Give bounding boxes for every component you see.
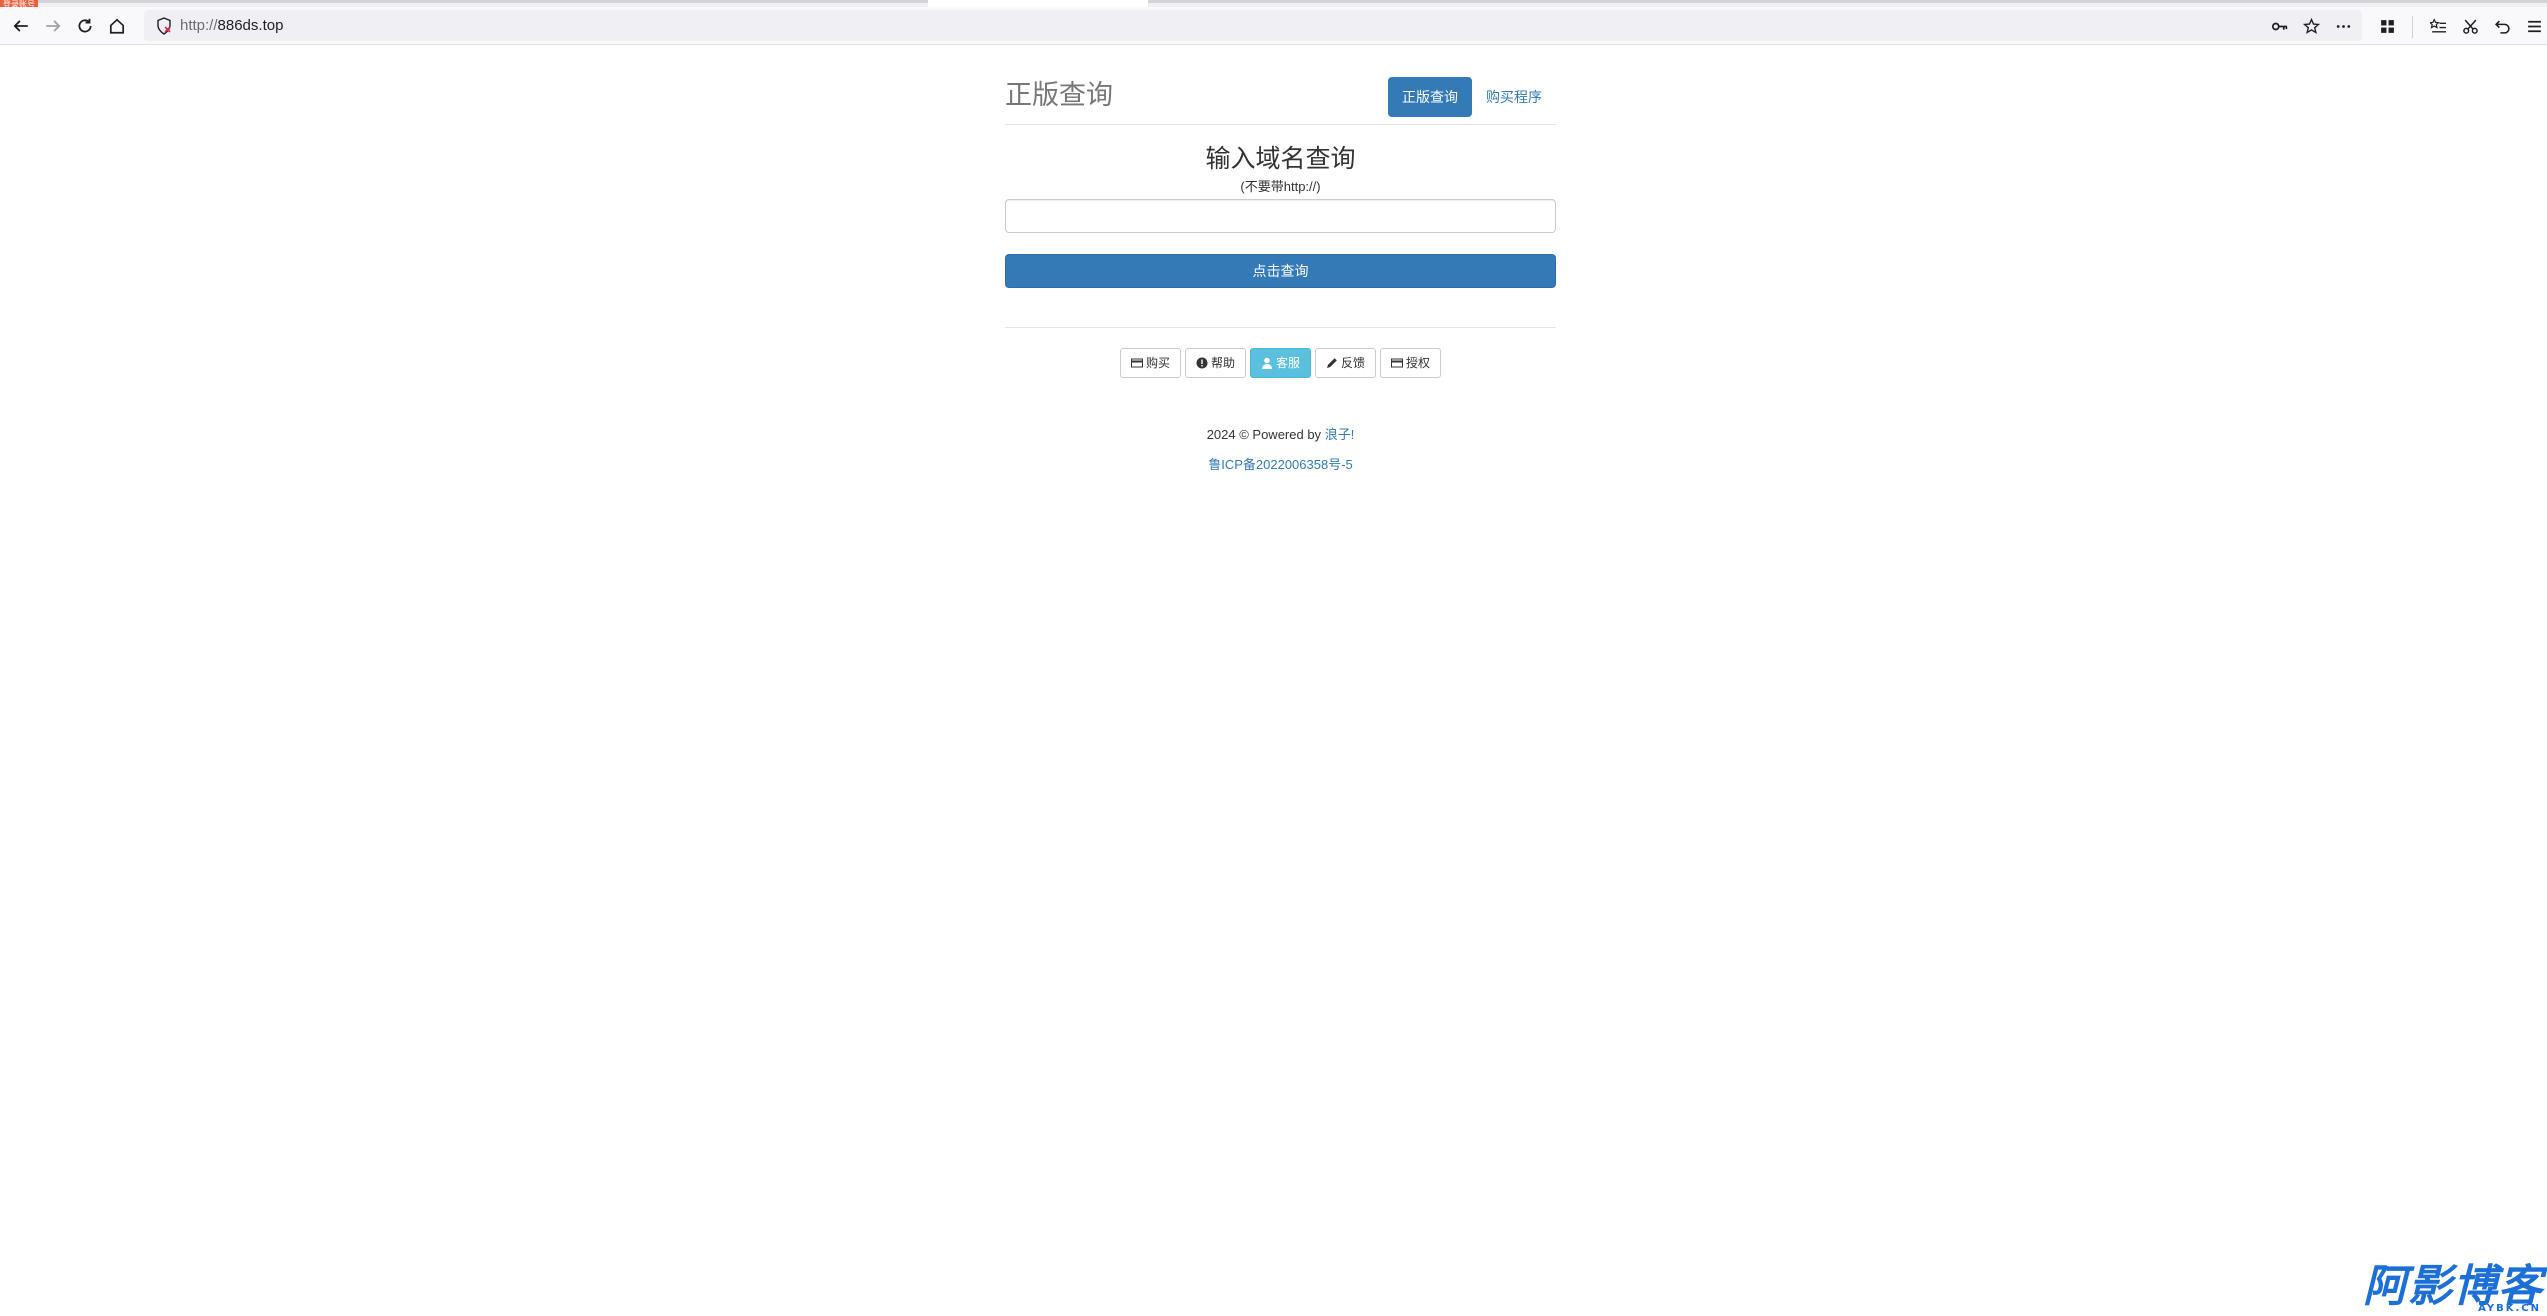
author-link[interactable]: 浪子!	[1325, 427, 1355, 442]
star-icon[interactable]	[2298, 14, 2324, 38]
watermark-sub-text: AYBK.CN	[2478, 1303, 2541, 1314]
copyright-text: 2024 © Powered by	[1206, 427, 1322, 442]
user-icon	[1261, 357, 1272, 369]
back-arrow-icon[interactable]	[8, 13, 34, 39]
page-container: 正版查询 正版查询 购买程序 输入域名查询 (不要带http://) 点击查询 …	[1005, 45, 1556, 474]
copyright-line: 2024 © Powered by 浪子!	[1005, 426, 1556, 444]
query-heading: 输入域名查询	[1205, 145, 1356, 173]
help-button[interactable]: 帮助	[1184, 348, 1246, 378]
exclamation-circle-icon	[1196, 357, 1208, 369]
site-title: 正版查询	[1005, 80, 1113, 110]
license-button-label: 授权	[1406, 356, 1431, 370]
browser-toolbar: http://886ds.top	[0, 7, 2547, 45]
tab-strip-background-left	[0, 0, 928, 3]
forward-arrow-icon[interactable]	[40, 13, 66, 39]
nav-genuine-query[interactable]: 正版查询	[1388, 77, 1472, 117]
reading-list-icon[interactable]	[2425, 14, 2451, 38]
header-nav: 正版查询 购买程序	[1388, 77, 1556, 117]
more-dots-icon[interactable]	[2330, 14, 2356, 38]
icp-link[interactable]: 鲁ICP备2022006358号-5	[1208, 457, 1353, 472]
query-submit-button[interactable]: 点击查询	[1005, 254, 1556, 288]
address-bar[interactable]: http://886ds.top	[144, 10, 2362, 41]
domain-input[interactable]	[1005, 199, 1556, 233]
support-button[interactable]: 客服	[1249, 348, 1311, 378]
url-text[interactable]: http://886ds.top	[180, 10, 283, 41]
divider	[1005, 327, 1556, 328]
url-host: 886ds.top	[217, 17, 284, 34]
card-icon	[1130, 358, 1143, 368]
insecure-shield-icon[interactable]	[154, 16, 174, 36]
buy-button[interactable]: 购买	[1119, 348, 1181, 378]
key-icon[interactable]	[2266, 14, 2292, 38]
tab-strip	[0, 0, 2547, 7]
grid-icon[interactable]	[2374, 14, 2400, 38]
feedback-button-label: 反馈	[1341, 356, 1366, 370]
nav-buy-program[interactable]: 购买程序	[1472, 77, 1556, 117]
help-button-label: 帮助	[1210, 356, 1235, 370]
undo-icon[interactable]	[2489, 14, 2515, 38]
action-button-group: 购买 帮助 客服 反馈 授权	[1005, 348, 1556, 378]
icp-line: 鲁ICP备2022006358号-5	[1005, 456, 1556, 474]
toolbar-separator	[2412, 16, 2413, 38]
query-form: 输入域名查询 (不要带http://)	[1005, 125, 1556, 195]
watermark-logo: 阿影博客 AYBK.CN	[2343, 1262, 2543, 1316]
feedback-button[interactable]: 反馈	[1315, 348, 1377, 378]
buy-button-label: 购买	[1145, 356, 1170, 370]
scissors-icon[interactable]	[2457, 14, 2483, 38]
pencil-icon	[1327, 358, 1337, 368]
hamburger-menu-icon[interactable]	[2521, 14, 2547, 38]
card-icon	[1391, 358, 1404, 368]
page-footer: 2024 © Powered by 浪子! 鲁ICP备2022006358号-5	[1005, 426, 1556, 474]
reload-icon[interactable]	[72, 13, 98, 39]
home-icon[interactable]	[104, 13, 130, 39]
query-hint: (不要带http://)	[1240, 179, 1321, 194]
tab-strip-background-right	[1148, 0, 2547, 3]
toolbar-extensions	[2374, 14, 2547, 40]
address-bar-actions	[2266, 14, 2356, 38]
url-protocol: http://	[180, 17, 218, 34]
active-tab[interactable]	[928, 0, 1148, 7]
page-header: 正版查询 正版查询 购买程序	[1005, 45, 1556, 125]
license-button[interactable]: 授权	[1380, 348, 1442, 378]
support-button-label: 客服	[1275, 356, 1300, 370]
